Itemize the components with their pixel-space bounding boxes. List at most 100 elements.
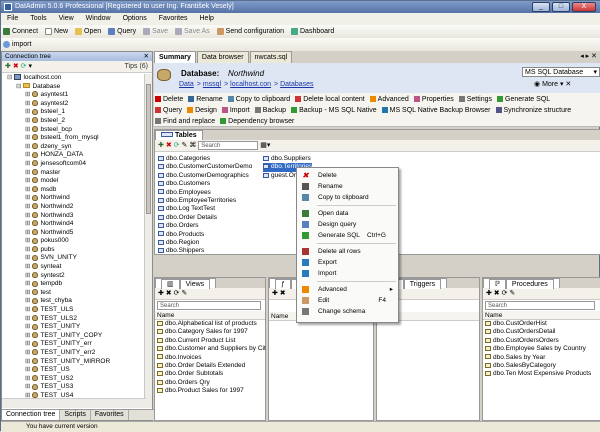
add-table-icon[interactable]: ✚	[158, 142, 164, 149]
expander-icon[interactable]: ⊞	[25, 383, 30, 390]
tree-node[interactable]: ⊞ bsteel_bcp	[2, 126, 146, 135]
menu-help[interactable]: Help	[194, 15, 220, 22]
tree-node[interactable]: ⊞ test_chyba	[2, 297, 146, 306]
breadcrumb-data[interactable]: Data	[179, 81, 194, 88]
tree-node[interactable]: ⊞ TEST_ULS	[2, 306, 146, 315]
menu-item-rename[interactable]: Rename	[297, 181, 398, 192]
tab-nav-icons[interactable]: ◂ ▸ ✕	[580, 52, 597, 60]
expander-icon[interactable]: ⊞	[25, 297, 30, 304]
expander-icon[interactable]: ⊞	[25, 332, 30, 339]
dashboard-button[interactable]: Dashboard	[291, 25, 334, 38]
tab-summary[interactable]: Summary	[154, 51, 196, 63]
expander-icon[interactable]: ⊞	[25, 315, 30, 322]
expander-icon[interactable]: ⊞	[25, 220, 30, 227]
tree-node[interactable]: ⊞ TEST_UNITY_err	[2, 340, 146, 349]
delete-table-icon[interactable]: ✖	[166, 142, 172, 149]
expander-icon[interactable]: ⊞	[25, 306, 30, 313]
list-item[interactable]: dbo.Orders Qry	[155, 379, 265, 387]
table-item[interactable]: dbo.Orders	[158, 222, 252, 230]
save-button[interactable]: Save	[143, 25, 168, 38]
table-item[interactable]: dbo.CustomerCustomerDemo	[158, 163, 252, 171]
action-ms-sql-native-backup-browser-button[interactable]: MS SQL Native Backup Browser	[381, 107, 491, 114]
tree-node[interactable]: ⊞ bsteel_2	[2, 117, 146, 126]
dialect-select[interactable]: MS SQL Database ▾	[522, 67, 600, 77]
menu-item-copy-to-clipboard[interactable]: Copy to clipboard	[297, 192, 398, 203]
expander-icon[interactable]: ⊞	[25, 160, 30, 167]
procedures-search-input[interactable]: Search	[485, 301, 595, 310]
views-tool-icons[interactable]: ✚ ✖ ⟳ ✎	[158, 290, 187, 297]
menu-item-generate-sql[interactable]: Generate SQL Ctrl+G	[297, 230, 398, 241]
menu-item-edit[interactable]: Edit F4	[297, 295, 398, 306]
list-item[interactable]: dbo.Product Sales for 1997	[155, 387, 265, 395]
menu-tools[interactable]: Tools	[24, 15, 52, 22]
tree-node[interactable]: ⊞ test	[2, 289, 146, 298]
list-item[interactable]: dbo.Ten Most Expensive Products	[483, 370, 600, 378]
action-delete-button[interactable]: Delete	[155, 96, 183, 103]
expander-icon[interactable]: ⊞	[25, 375, 30, 382]
menu-options[interactable]: Options	[117, 15, 153, 22]
action-backup-button[interactable]: Backup	[254, 107, 286, 114]
action-settings-button[interactable]: Settings	[458, 96, 492, 103]
expander-icon[interactable]: ⊞	[25, 366, 30, 373]
tree-node[interactable]: ⊞ asyntest1	[2, 91, 146, 100]
tree-node[interactable]: ⊞ SVN_UNITY	[2, 254, 146, 263]
tab-favorites[interactable]: Favorites	[91, 410, 129, 420]
procedures-tab[interactable]: ℙ Procedures	[483, 278, 560, 289]
table-item[interactable]: dbo.CustomerDemographics	[158, 172, 252, 180]
expander-icon[interactable]: ⊞	[25, 340, 30, 347]
menu-file[interactable]: File	[1, 15, 24, 22]
tree-scrollbar[interactable]	[144, 74, 152, 408]
expander-icon[interactable]: ⊞	[25, 108, 30, 115]
close-button[interactable]: X	[572, 2, 596, 12]
breadcrumb-databases[interactable]: Databases	[280, 81, 313, 88]
table-item[interactable]: dbo.Categories	[158, 155, 252, 163]
expander-icon[interactable]: ⊞	[25, 358, 30, 365]
table-item[interactable]: dbo.Products	[158, 231, 252, 239]
menu-item-open-data[interactable]: Open data	[297, 208, 398, 219]
list-item[interactable]: dbo.Sales by Year	[483, 354, 600, 362]
tree-hscrollbar[interactable]	[2, 398, 146, 408]
expander-icon[interactable]: ⊞	[25, 263, 30, 270]
tab-data-browser[interactable]: Data browser	[196, 51, 249, 63]
send-configuration-button[interactable]: Send configuration	[216, 25, 284, 38]
action-import-button[interactable]: Import	[221, 107, 250, 114]
action-find-and-replace-button[interactable]: Find and replace	[155, 118, 215, 125]
tree-node[interactable]: ⊞ Northwind4	[2, 220, 146, 229]
table-item[interactable]: dbo.Region	[158, 239, 252, 247]
views-tab[interactable]: ▥ Views	[155, 278, 217, 289]
menu-view[interactable]: View	[53, 15, 80, 22]
tree-node[interactable]: ⊞ TEST_UNITY_MIRROR	[2, 358, 146, 367]
tab-connection-tree[interactable]: Connection tree	[2, 410, 61, 420]
action-properties-button[interactable]: Properties	[413, 96, 454, 103]
expander-icon[interactable]: ⊞	[25, 254, 30, 261]
functions-tool-icons[interactable]: ✚ ✖	[272, 290, 286, 297]
tables-tab[interactable]: Tables	[155, 130, 203, 140]
expander-icon[interactable]: ⊞	[25, 280, 30, 287]
table-item[interactable]: dbo.Order Details	[158, 214, 252, 222]
tree-node[interactable]: ⊞ TEST_UNITY	[2, 323, 146, 332]
expander-icon[interactable]: ⊞	[25, 194, 30, 201]
expander-icon[interactable]: ⊞	[25, 289, 30, 296]
menu-window[interactable]: Window	[80, 15, 117, 22]
expander-icon[interactable]: ⊞	[25, 323, 30, 330]
expander-icon[interactable]: ⊞	[25, 203, 30, 210]
list-item[interactable]: dbo.Invoices	[155, 354, 265, 362]
tree-node[interactable]: ⊞ asyntest2	[2, 100, 146, 109]
menu-item-advanced[interactable]: Advanced ▸	[297, 284, 398, 295]
tree-node[interactable]: ⊞ bsteel1_from_mysql	[2, 134, 146, 143]
tree-node[interactable]: ⊞ pokus000	[2, 237, 146, 246]
tree-node[interactable]: ⊞ TEST_UNITY_COPY	[2, 332, 146, 341]
action-backup-ms-sql-native-button[interactable]: Backup - MS SQL Native	[291, 107, 377, 114]
expander-icon[interactable]: ⊞	[25, 143, 30, 150]
tree-node[interactable]: ⊞ Northwind5	[2, 229, 146, 238]
table-item[interactable]: dbo.Customers	[158, 180, 252, 188]
tree-node[interactable]: ⊞ model	[2, 177, 146, 186]
list-item[interactable]: dbo.Employee Sales by Country	[483, 345, 600, 353]
tree-node[interactable]: ⊞ bsteel_1	[2, 108, 146, 117]
tree-node[interactable]: ⊞ TEST_US	[2, 366, 146, 375]
procedures-tool-icons[interactable]: ✚ ✖ ⟳ ✎	[486, 290, 515, 297]
expander-icon[interactable]: ⊞	[25, 117, 30, 124]
views-search-input[interactable]: Search	[157, 301, 261, 310]
tree-node[interactable]: ⊞ Northwind3	[2, 212, 146, 221]
save-as-button[interactable]: Save As	[175, 25, 210, 38]
